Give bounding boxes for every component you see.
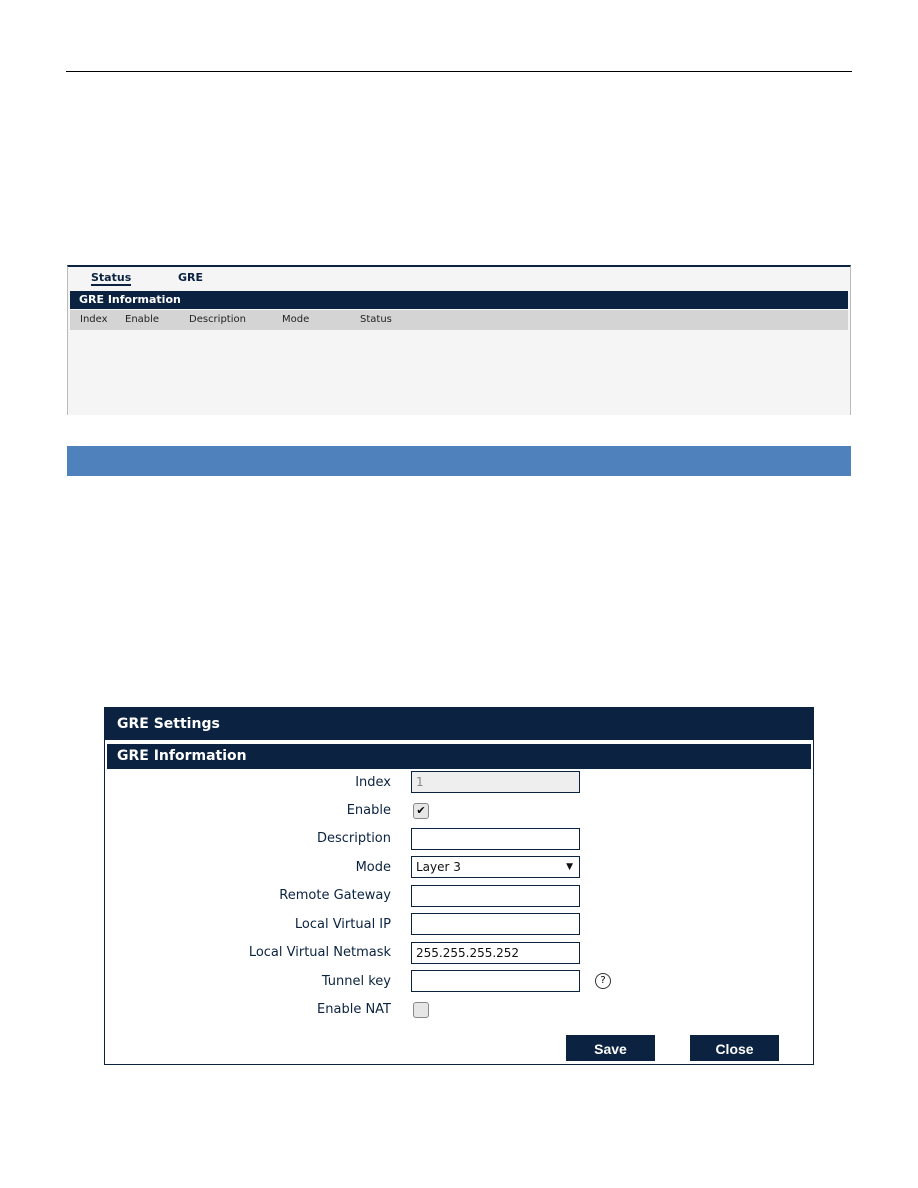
- section-title: GRE Information: [70, 291, 848, 309]
- tab-status[interactable]: Status: [91, 271, 132, 286]
- remote-gateway-field[interactable]: [411, 885, 580, 907]
- description-field[interactable]: [411, 828, 580, 850]
- mode-select[interactable]: Layer 3 ▼: [411, 856, 580, 878]
- tab-gre[interactable]: GRE: [178, 271, 203, 284]
- remote-gateway-label: Remote Gateway: [279, 888, 391, 903]
- local-virtual-ip-label: Local Virtual IP: [294, 917, 391, 932]
- mode-label: Mode: [355, 860, 391, 875]
- section-title: GRE Information: [107, 744, 811, 769]
- col-description: Description: [189, 314, 246, 325]
- enable-label: Enable: [346, 803, 391, 818]
- save-button[interactable]: Save: [566, 1035, 655, 1061]
- table-header: Index Enable Description Mode Status: [70, 310, 848, 330]
- col-index: Index: [80, 314, 108, 325]
- enable-nat-label: Enable NAT: [317, 1002, 391, 1017]
- tunnel-key-label: Tunnel key: [321, 974, 391, 989]
- index-field: 1: [411, 771, 580, 793]
- mode-value: Layer 3: [416, 860, 461, 874]
- help-icon[interactable]: ?: [595, 973, 611, 989]
- close-button[interactable]: Close: [690, 1035, 779, 1061]
- document-page: Status GRE GRE Information Index Enable …: [0, 0, 918, 1188]
- section-bar: [67, 446, 851, 476]
- netmask-field[interactable]: 255.255.255.252: [411, 942, 580, 964]
- netmask-label: Local Virtual Netmask: [248, 945, 391, 960]
- gre-status-panel: Status GRE GRE Information Index Enable …: [67, 265, 851, 415]
- col-enable: Enable: [125, 314, 160, 325]
- gre-settings-dialog: GRE Settings GRE Information Index 1 Ena…: [104, 707, 814, 1065]
- col-status: Status: [360, 314, 392, 325]
- col-mode: Mode: [282, 314, 310, 325]
- enable-nat-checkbox[interactable]: [413, 1002, 429, 1018]
- tunnel-key-field[interactable]: [411, 970, 580, 992]
- header-rule: [66, 71, 852, 72]
- index-label: Index: [355, 775, 391, 790]
- local-virtual-ip-field[interactable]: [411, 913, 580, 935]
- chevron-down-icon: ▼: [566, 862, 573, 872]
- enable-checkbox[interactable]: ✔: [413, 803, 429, 819]
- dialog-title: GRE Settings: [105, 708, 813, 740]
- description-label: Description: [316, 831, 391, 846]
